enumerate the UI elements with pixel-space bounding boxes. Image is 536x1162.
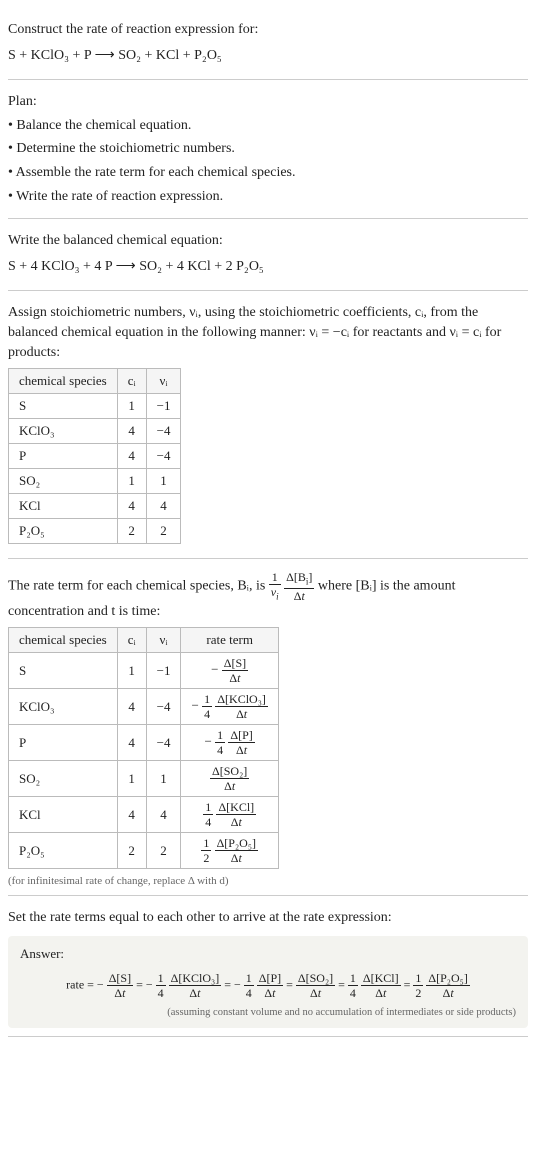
table-row: P4−4− 14 Δ[P]Δt bbox=[9, 725, 279, 761]
cell: S bbox=[9, 394, 118, 419]
cell: −1 bbox=[146, 394, 181, 419]
balanced-section: Write the balanced chemical equation: S … bbox=[8, 219, 528, 291]
plan-item: • Write the rate of reaction expression. bbox=[8, 187, 528, 207]
cell: 4 bbox=[117, 419, 146, 444]
table-header: cᵢ bbox=[117, 628, 146, 653]
table-row: P4−4 bbox=[9, 444, 181, 469]
stoich-section: Assign stoichiometric numbers, νᵢ, using… bbox=[8, 291, 528, 559]
cell: KClO₃ bbox=[9, 419, 118, 444]
table-row: SO₂11 bbox=[9, 469, 181, 494]
table-header: chemical species bbox=[9, 369, 118, 394]
cell: − 14 Δ[P]Δt bbox=[181, 725, 278, 761]
cell: SO₂ bbox=[9, 761, 118, 797]
answer-note: (assuming constant volume and no accumul… bbox=[20, 1007, 516, 1018]
rate-expression: rate = − Δ[S]Δt = − 14 Δ[KClO₃]Δt = − 14… bbox=[20, 968, 516, 1003]
table-row: KCl44 bbox=[9, 494, 181, 519]
cell: −1 bbox=[146, 653, 181, 689]
cell: KCl bbox=[9, 797, 118, 833]
cell: 2 bbox=[117, 519, 146, 544]
cell: 1 bbox=[146, 761, 181, 797]
cell: Δ[SO₂]Δt bbox=[181, 761, 278, 797]
problem-prompt: Construct the rate of reaction expressio… bbox=[8, 20, 528, 40]
plan-section: Plan: • Balance the chemical equation. •… bbox=[8, 80, 528, 219]
cell: 2 bbox=[146, 519, 181, 544]
cell: 14 Δ[KCl]Δt bbox=[181, 797, 278, 833]
cell: 1 bbox=[117, 469, 146, 494]
cell: 1 bbox=[117, 394, 146, 419]
table-row: SO₂11Δ[SO₂]Δt bbox=[9, 761, 279, 797]
cell: KClO₃ bbox=[9, 689, 118, 725]
table-header: νᵢ bbox=[146, 628, 181, 653]
cell: 4 bbox=[117, 797, 146, 833]
cell: 4 bbox=[117, 494, 146, 519]
cell: −4 bbox=[146, 689, 181, 725]
cell: P bbox=[9, 725, 118, 761]
table-row: P₂O₅22 bbox=[9, 519, 181, 544]
cell: 1 bbox=[117, 653, 146, 689]
balanced-equation: S + 4 KClO₃ + 4 P ⟶ SO₂ + 4 KCl + 2 P₂O₅ bbox=[8, 257, 528, 277]
cell: −4 bbox=[146, 444, 181, 469]
plan-item: • Balance the chemical equation. bbox=[8, 116, 528, 136]
table-row: S1−1− Δ[S]Δt bbox=[9, 653, 279, 689]
plan-heading: Plan: bbox=[8, 92, 528, 112]
balanced-prompt: Write the balanced chemical equation: bbox=[8, 231, 528, 251]
cell: P₂O₅ bbox=[9, 833, 118, 869]
table-row: KClO₃4−4 bbox=[9, 419, 181, 444]
final-intro: Set the rate terms equal to each other t… bbox=[8, 908, 528, 928]
cell: 1 bbox=[146, 469, 181, 494]
cell: 4 bbox=[146, 494, 181, 519]
cell: KCl bbox=[9, 494, 118, 519]
table-row: KCl4414 Δ[KCl]Δt bbox=[9, 797, 279, 833]
cell: − 14 Δ[KClO₃]Δt bbox=[181, 689, 278, 725]
table-row: KClO₃4−4− 14 Δ[KClO₃]Δt bbox=[9, 689, 279, 725]
cell: P bbox=[9, 444, 118, 469]
cell: 12 Δ[P₂O₅]Δt bbox=[181, 833, 278, 869]
table-header: chemical species bbox=[9, 628, 118, 653]
answer-box: Answer: rate = − Δ[S]Δt = − 14 Δ[KClO₃]Δ… bbox=[8, 936, 528, 1028]
cell: 4 bbox=[117, 725, 146, 761]
rate-term-table: chemical species cᵢ νᵢ rate term S1−1− Δ… bbox=[8, 627, 279, 869]
cell: 1 bbox=[117, 761, 146, 797]
cell: SO₂ bbox=[9, 469, 118, 494]
rate-term-intro: The rate term for each chemical species,… bbox=[8, 571, 528, 621]
table-row: P₂O₅2212 Δ[P₂O₅]Δt bbox=[9, 833, 279, 869]
cell: −4 bbox=[146, 725, 181, 761]
table-row: S1−1 bbox=[9, 394, 181, 419]
cell: 4 bbox=[117, 444, 146, 469]
stoich-table: chemical species cᵢ νᵢ S1−1 KClO₃4−4 P4−… bbox=[8, 368, 181, 544]
cell: −4 bbox=[146, 419, 181, 444]
table-header: νᵢ bbox=[146, 369, 181, 394]
table-header: rate term bbox=[181, 628, 278, 653]
plan-item: • Assemble the rate term for each chemic… bbox=[8, 163, 528, 183]
fraction: 1νi bbox=[269, 571, 281, 601]
unbalanced-equation: S + KClO₃ + P ⟶ SO₂ + KCl + P₂O₅ bbox=[8, 46, 528, 66]
cell: P₂O₅ bbox=[9, 519, 118, 544]
cell: 2 bbox=[117, 833, 146, 869]
cell: 4 bbox=[146, 797, 181, 833]
final-section: Set the rate terms equal to each other t… bbox=[8, 896, 528, 1037]
cell: 2 bbox=[146, 833, 181, 869]
table-header: cᵢ bbox=[117, 369, 146, 394]
infinitesimal-note: (for infinitesimal rate of change, repla… bbox=[8, 875, 528, 887]
answer-label: Answer: bbox=[20, 946, 516, 962]
plan-item: • Determine the stoichiometric numbers. bbox=[8, 139, 528, 159]
cell: 4 bbox=[117, 689, 146, 725]
cell: − Δ[S]Δt bbox=[181, 653, 278, 689]
rate-term-section: The rate term for each chemical species,… bbox=[8, 559, 528, 896]
text: The rate term for each chemical species,… bbox=[8, 579, 269, 594]
stoich-intro: Assign stoichiometric numbers, νᵢ, using… bbox=[8, 303, 528, 362]
cell: S bbox=[9, 653, 118, 689]
problem-section: Construct the rate of reaction expressio… bbox=[8, 8, 528, 80]
fraction: Δ[Bi]Δt bbox=[284, 571, 314, 601]
